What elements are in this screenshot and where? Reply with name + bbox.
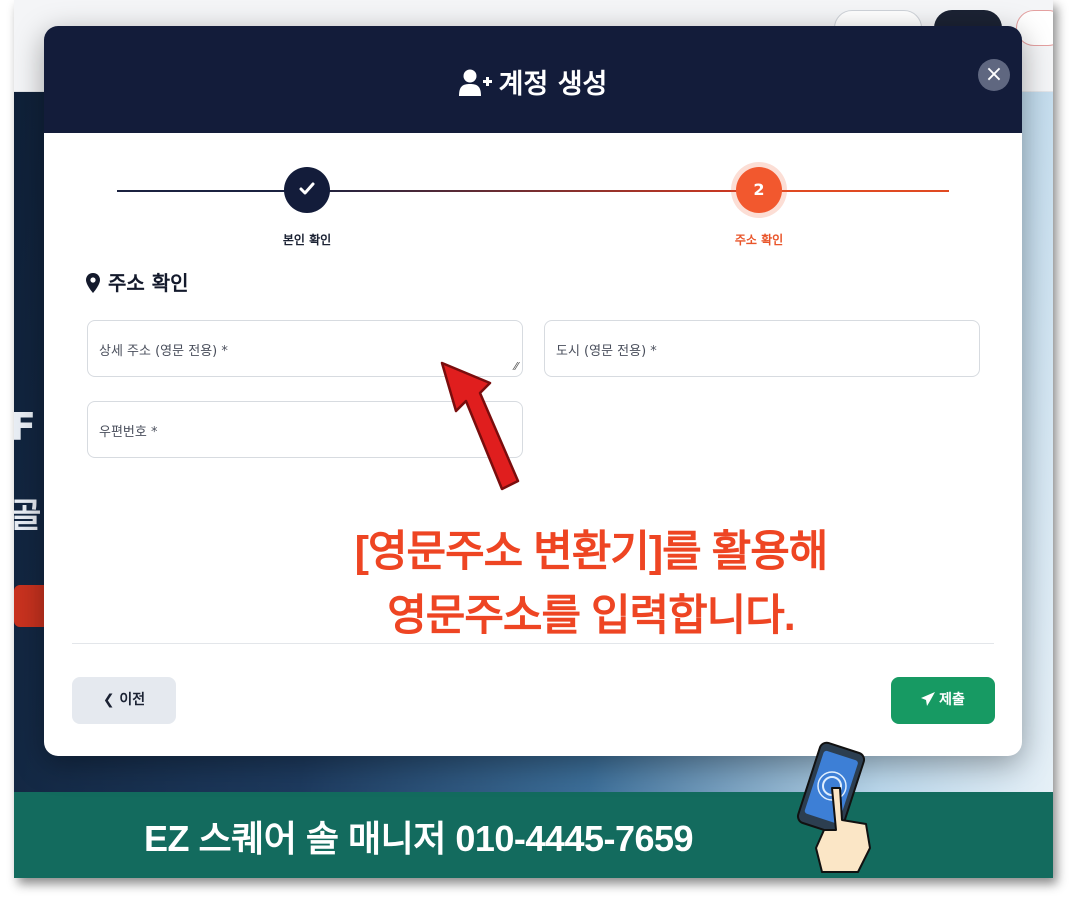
hero-text-fragment: F [14, 405, 36, 449]
detail-address-placeholder: 상세 주소 (영문 전용) * [99, 344, 228, 359]
close-button[interactable]: × [978, 59, 1010, 91]
step-2-label: 주소 확인 [734, 233, 784, 247]
annotation-line-1: [영문주소 변환기]를 활용해 [354, 528, 829, 576]
annotation-line-2: 영문주소를 입력합니다. [387, 592, 796, 640]
map-marker-icon [86, 273, 100, 293]
prev-button-label: 이전 [119, 692, 146, 708]
modal-title: 계정 생성 [44, 62, 1022, 101]
contact-banner-text: EZ 스퀘어 솔 매니저 010-4445-7659 [144, 818, 694, 859]
modal-title-text: 계정 생성 [498, 69, 608, 100]
red-arrow-annotation [440, 361, 520, 491]
section-title: 주소 확인 [86, 267, 189, 296]
check-icon [299, 182, 315, 195]
city-input[interactable]: 도시 (영문 전용) * [544, 320, 980, 377]
stepper-line-completed [117, 190, 759, 192]
user-plus-icon [458, 69, 492, 96]
postal-code-placeholder: 우편번호 * [99, 425, 158, 440]
prev-button[interactable]: ❮ 이전 [72, 677, 176, 724]
section-title-text: 주소 확인 [108, 271, 189, 295]
stepper-line-remaining [759, 190, 949, 192]
hero-text-fragment: 골 [14, 496, 42, 536]
submit-button[interactable]: 제출 [891, 677, 995, 724]
phone-tap-icon [796, 741, 871, 873]
modal-header: 계정 생성 × [44, 26, 1022, 133]
paper-plane-icon [921, 692, 936, 706]
step-1-label: 본인 확인 [282, 233, 332, 247]
chevron-left-icon: ❮ [102, 692, 115, 708]
instruction-annotation: [영문주소 변환기]를 활용해 영문주소를 입력합니다. [296, 520, 886, 648]
step-1-circle [284, 167, 330, 213]
city-placeholder: 도시 (영문 전용) * [556, 344, 657, 359]
submit-button-label: 제출 [939, 692, 965, 708]
step-2-circle: 2 [736, 167, 782, 213]
